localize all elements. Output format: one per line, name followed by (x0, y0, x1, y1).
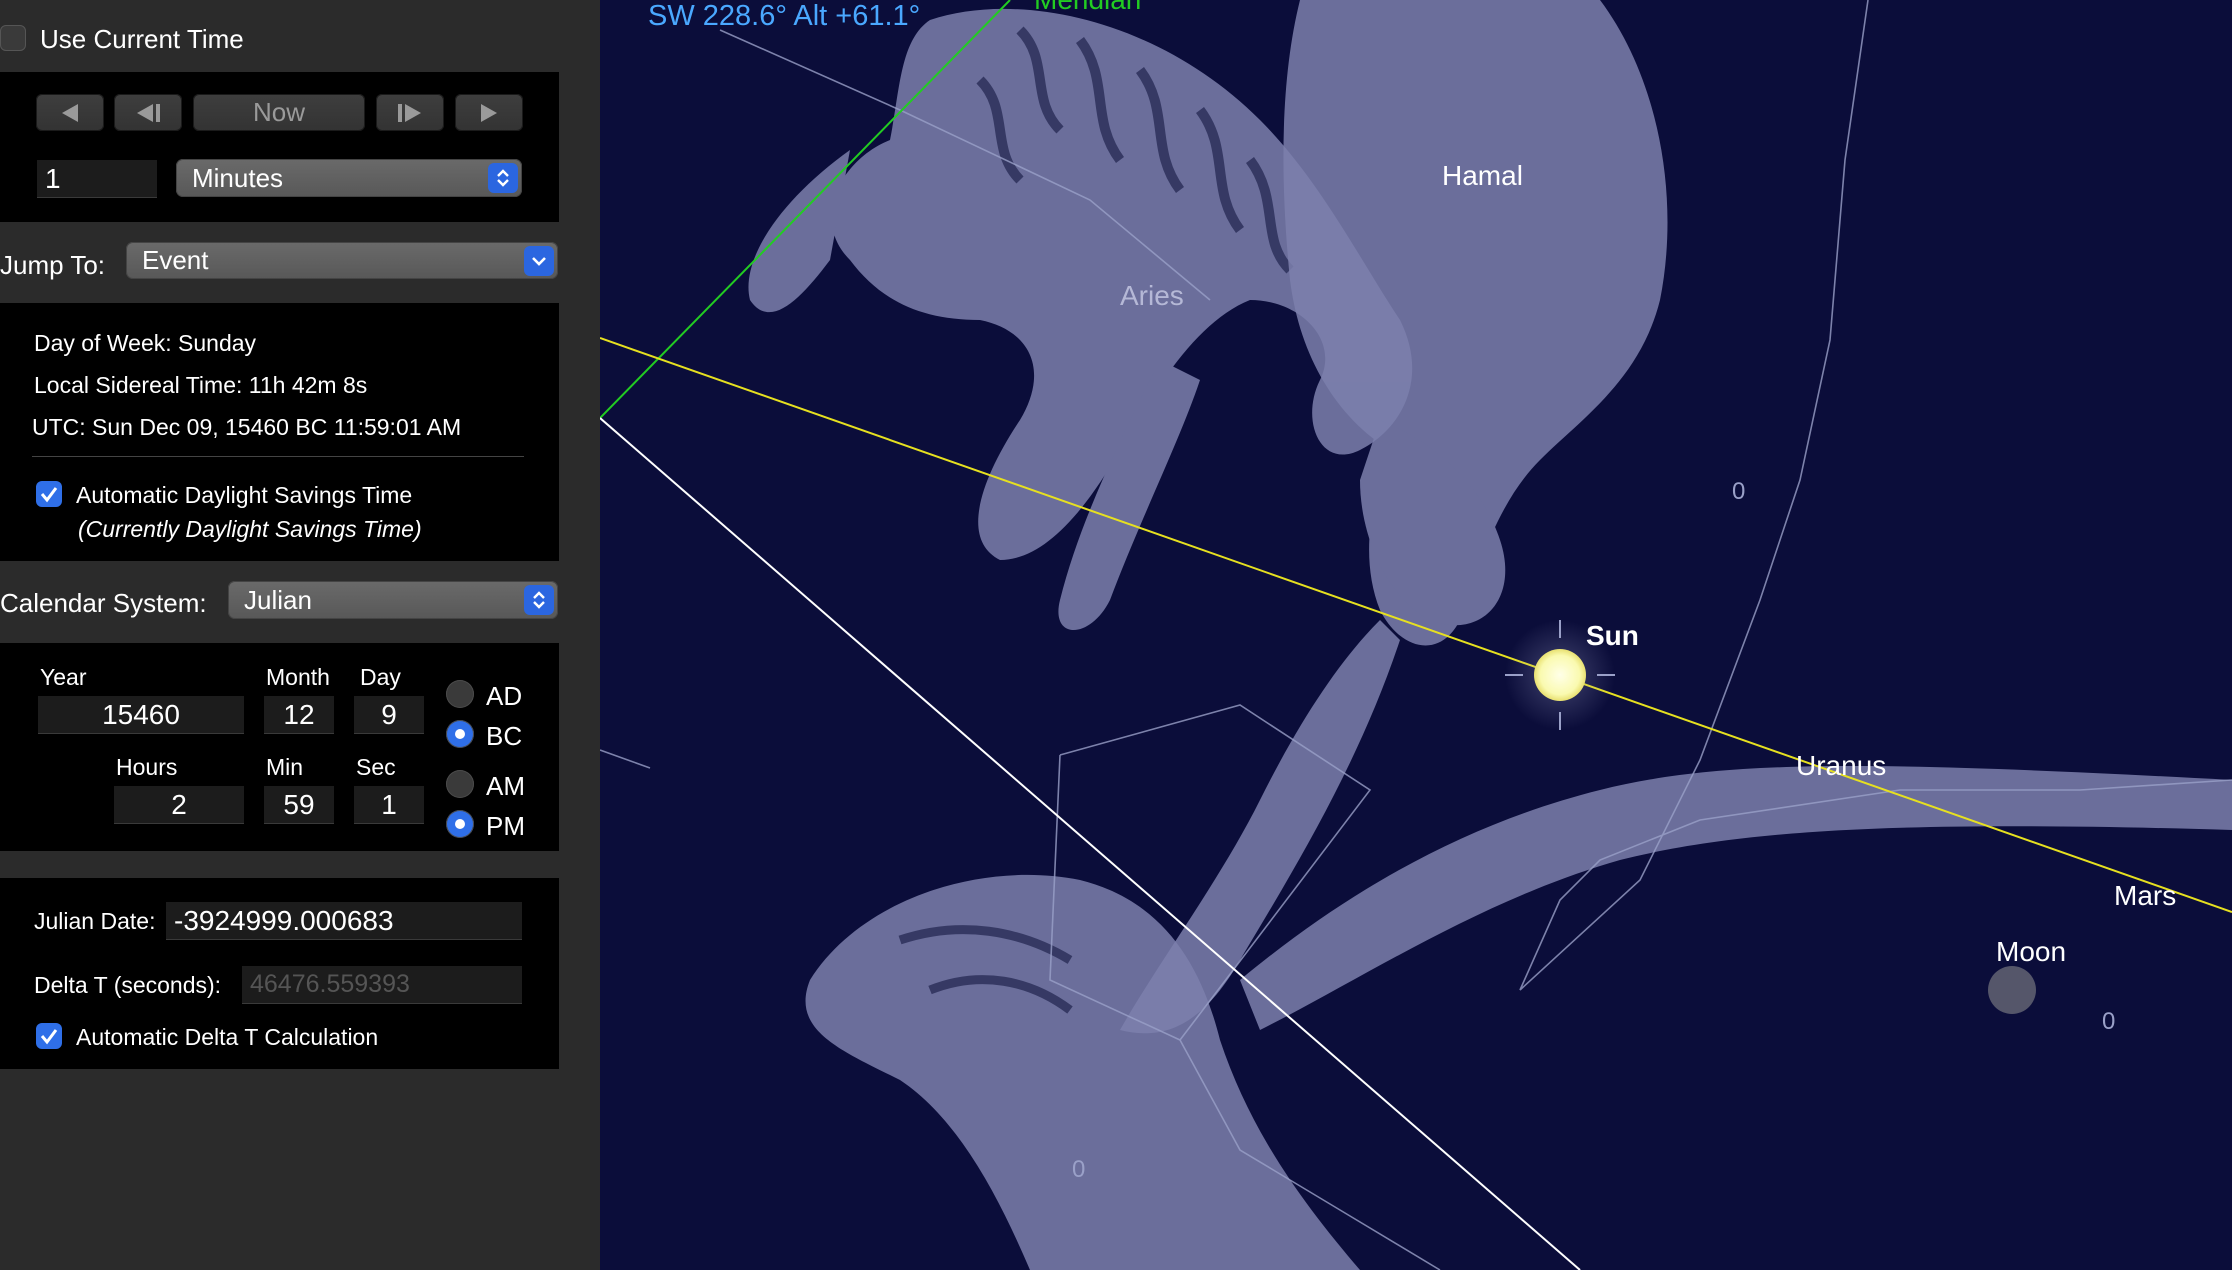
day-label: Day (360, 664, 401, 690)
julian-date-label: Julian Date: (34, 908, 156, 934)
min-label: Min (266, 754, 304, 780)
hours-label: Hours (116, 754, 178, 780)
now-label: Now (252, 97, 305, 127)
step-back-icon (137, 103, 160, 122)
year-label: Year (40, 664, 87, 690)
min-field[interactable]: 59 (264, 786, 334, 824)
triangle-left-icon (62, 103, 78, 122)
triangle-right-icon (481, 103, 497, 122)
ad-radio[interactable] (446, 680, 474, 708)
dst-label: Automatic Daylight Savings Time (76, 482, 413, 508)
utc-time: UTC: Sun Dec 09, 15460 BC 11:59:01 AM (32, 414, 462, 440)
calendar-system-value: Julian (244, 584, 312, 615)
am-label: AM (486, 771, 525, 801)
use-current-time-checkbox[interactable] (0, 25, 26, 51)
marker-zero: 0 (2102, 1008, 2116, 1035)
jump-to-label: Jump To: (0, 250, 106, 280)
constellation-label-aries[interactable]: Aries (1120, 280, 1184, 312)
sec-field[interactable]: 1 (354, 786, 424, 824)
pm-radio[interactable] (446, 810, 474, 838)
planet-label-uranus[interactable]: Uranus (1796, 750, 1886, 782)
jump-to-popup[interactable]: Event (126, 242, 558, 279)
moon-marker[interactable] (1988, 966, 2036, 1014)
sec-label: Sec (356, 754, 396, 780)
now-button[interactable]: Now (193, 94, 365, 131)
star-label-hamal[interactable]: Hamal (1442, 160, 1523, 192)
bc-radio[interactable] (446, 720, 474, 748)
sky-chart (600, 0, 2232, 1270)
ad-label: AD (486, 681, 523, 711)
local-sidereal-time: Local Sidereal Time: 11h 42m 8s (34, 372, 368, 398)
updown-chevron-icon (524, 585, 554, 615)
step-unit-value: Minutes (192, 162, 284, 193)
planet-label-sun[interactable]: Sun (1586, 620, 1639, 652)
step-forward-button[interactable] (455, 94, 523, 131)
dst-status: (Currently Daylight Savings Time) (78, 516, 422, 542)
month-label: Month (266, 664, 330, 690)
planet-label-mars[interactable]: Mars (2114, 880, 2176, 912)
calendar-system-popup[interactable]: Julian (228, 581, 558, 619)
checkmark-icon (40, 487, 58, 503)
step-back-button[interactable] (36, 94, 104, 131)
marker-zero: 0 (1072, 1156, 1086, 1183)
pointing-readout: SW 228.6° Alt +61.1° (648, 0, 921, 32)
step-forward-icon (398, 103, 421, 122)
bc-label: BC (486, 721, 523, 751)
dst-checkbox[interactable] (36, 481, 62, 507)
step-unit-popup[interactable]: Minutes (176, 159, 522, 197)
planet-label-moon[interactable]: Moon (1996, 936, 2066, 968)
step-forward-frame-button[interactable] (376, 94, 444, 131)
chevron-down-icon (524, 246, 554, 276)
auto-delta-t-label: Automatic Delta T Calculation (76, 1024, 379, 1050)
step-back-frame-button[interactable] (114, 94, 182, 131)
pm-label: PM (486, 811, 525, 841)
jump-to-value: Event (142, 245, 209, 275)
cetus-artwork (805, 874, 1360, 1270)
marker-zero: 0 (1732, 478, 1746, 505)
use-current-time-label: Use Current Time (40, 24, 244, 54)
sky-view[interactable]: SW 228.6° Alt +61.1° Meridian Hamal Arie… (600, 0, 2232, 1270)
checkmark-icon (40, 1029, 58, 1045)
divider (32, 456, 524, 457)
delta-t-label: Delta T (seconds): (34, 972, 222, 998)
year-field[interactable]: 15460 (38, 696, 244, 734)
day-field[interactable]: 9 (354, 696, 424, 734)
am-radio[interactable] (446, 770, 474, 798)
auto-delta-t-checkbox[interactable] (36, 1023, 62, 1049)
pisces-fish-artwork (1120, 0, 2232, 1034)
day-of-week: Day of Week: Sunday (34, 330, 257, 356)
delta-t-field: 46476.559393 (242, 966, 522, 1004)
month-field[interactable]: 12 (264, 696, 334, 734)
time-panel: Use Current Time Now 1 Minutes Jump To: … (0, 0, 600, 1270)
julian-date-field[interactable]: -3924999.000683 (166, 902, 522, 940)
step-value-field[interactable]: 1 (37, 160, 157, 198)
calendar-system-label: Calendar System: (0, 588, 207, 618)
hours-field[interactable]: 2 (114, 786, 244, 824)
updown-chevron-icon (488, 163, 518, 193)
meridian-label: Meridian (1034, 0, 1141, 16)
